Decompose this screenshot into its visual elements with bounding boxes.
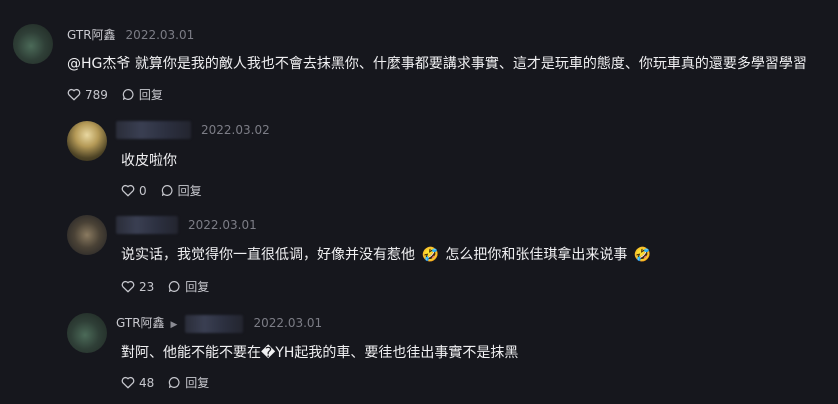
comment-date: 2022.03.01 [125, 28, 195, 42]
comment-date: 2022.03.01 [253, 316, 323, 330]
comment-text: 對阿、他能不能不要在�YH起我的車、要徍也徍出事實不是抹黑 [121, 345, 519, 361]
comment-actions: 48 回复 [121, 374, 209, 391]
like-count: 48 [139, 375, 155, 390]
heart-icon [121, 280, 135, 293]
laughing-emoji: 🤣 [633, 247, 652, 263]
comment-meta: 2022.03.02 [116, 121, 270, 139]
comment-actions: 23 回复 [121, 278, 209, 295]
like-button[interactable]: 0 [121, 184, 147, 198]
laughing-emoji: 🤣 [421, 247, 439, 263]
heart-icon [121, 376, 135, 389]
username-redacted [116, 216, 178, 234]
comment-date: 2022.03.01 [188, 217, 257, 232]
comment-date: 2022.03.02 [201, 122, 270, 137]
comment-meta: GTR阿鑫 2022.03.01 [67, 26, 194, 43]
like-button[interactable]: 23 [121, 280, 154, 294]
comment-text-part: 怎么把你和张佳琪拿出来说事 [445, 247, 628, 263]
reply-label: 回复 [185, 376, 210, 390]
comment-text: 说实话，我觉得你一直很低调，好像并没有惹他 🤣 怎么把你和张佳琪拿出来说事 🤣 [121, 244, 653, 264]
comment-meta: 2022.03.01 [116, 216, 257, 234]
username[interactable]: GTR阿鑫 [67, 28, 116, 42]
like-button[interactable]: 789 [67, 88, 108, 102]
reply-label: 回复 [138, 88, 163, 102]
heart-icon [67, 88, 81, 101]
reply-button[interactable]: 回复 [168, 278, 209, 295]
avatar[interactable] [13, 24, 53, 64]
reply-bubble-icon [122, 89, 134, 100]
like-count: 0 [139, 183, 147, 198]
reply-bubble-icon [169, 377, 180, 388]
avatar[interactable] [67, 121, 107, 161]
like-button[interactable]: 48 [121, 376, 154, 390]
comment-actions: 789 回复 [67, 86, 163, 103]
avatar[interactable] [67, 215, 107, 255]
comment-meta: GTR阿鑫 ▶ 2022.03.01 [116, 314, 322, 333]
comment-actions: 0 回复 [121, 182, 202, 199]
reply-label: 回复 [185, 280, 210, 294]
like-count: 789 [85, 87, 108, 102]
reply-button[interactable]: 回复 [161, 182, 202, 199]
comment-text: @HG杰爷 就算你是我的敵人我也不會去抹黑你、什麼事都要講求事實、這才是玩車的態… [67, 56, 807, 72]
reply-to-redacted [185, 314, 244, 333]
comment-text-part: 说实话，我觉得你一直很低调，好像并没有惹他 [121, 247, 415, 263]
username[interactable]: GTR阿鑫 [116, 316, 165, 330]
reply-label: 回复 [177, 184, 202, 198]
comment-text: 收皮啦你 [121, 153, 177, 169]
reply-button[interactable]: 回复 [168, 374, 209, 391]
like-count: 23 [139, 279, 155, 294]
avatar[interactable] [67, 313, 107, 353]
reply-bubble-icon [161, 185, 173, 196]
reply-bubble-icon [169, 281, 180, 292]
username-redacted [116, 121, 191, 139]
caret-right-icon: ▶ [170, 320, 178, 330]
heart-icon [121, 184, 135, 197]
reply-button[interactable]: 回复 [122, 86, 163, 103]
